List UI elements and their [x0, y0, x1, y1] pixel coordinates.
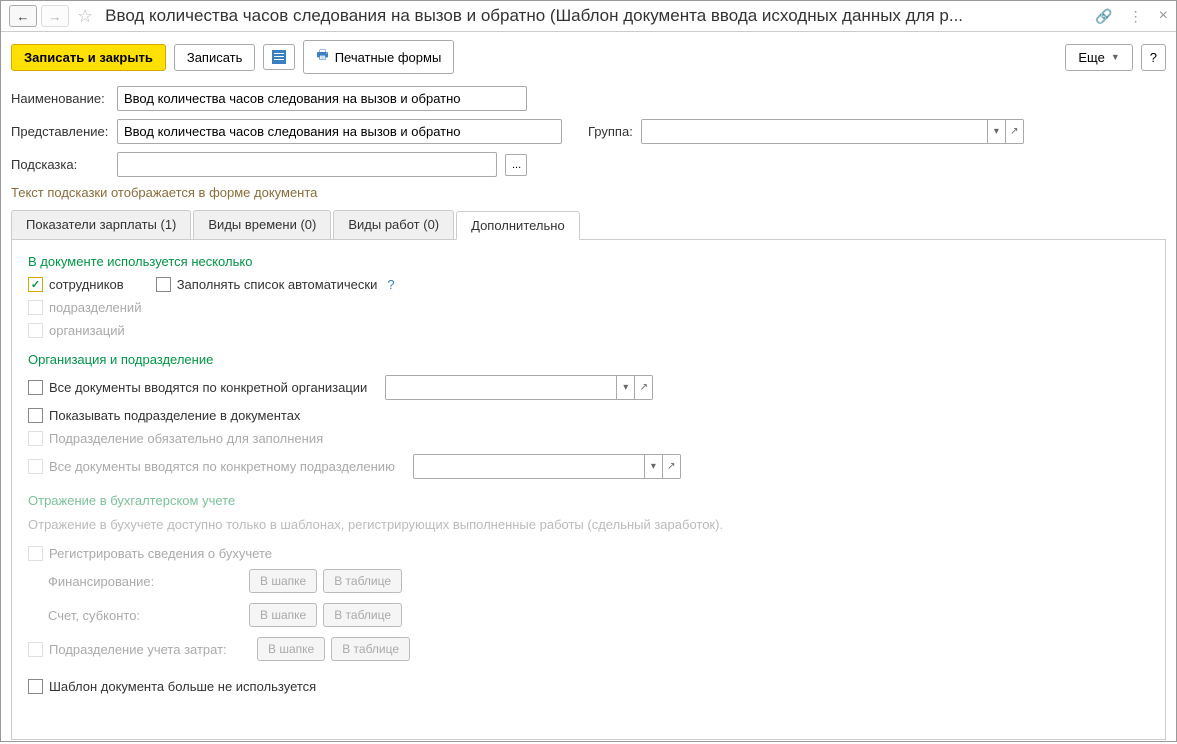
print-forms-button[interactable]: Печатные формы	[303, 40, 454, 74]
tab-time-types[interactable]: Виды времени (0)	[193, 210, 331, 239]
chk-all-docs-org[interactable]	[28, 380, 43, 395]
hint-ellipsis-button[interactable]: ...	[505, 154, 527, 176]
tab-indicators[interactable]: Показатели зарплаты (1)	[11, 210, 191, 239]
chk-autofill-label: Заполнять список автоматически	[177, 277, 378, 292]
chk-show-dept[interactable]	[28, 408, 43, 423]
chk-dept-required	[28, 431, 43, 446]
chk-cost-dept-label: Подразделение учета затрат:	[49, 642, 251, 657]
nav-forward-button[interactable]: →	[41, 5, 69, 27]
chevron-down-icon: ▼	[1111, 52, 1120, 62]
chk-show-dept-label: Показывать подразделение в документах	[49, 408, 300, 423]
tab-additional[interactable]: Дополнительно	[456, 211, 580, 240]
chk-not-used-label: Шаблон документа больше не используется	[49, 679, 316, 694]
org-section-title: Организация и подразделение	[28, 352, 1149, 367]
cost-dept-table-button: В таблице	[331, 637, 410, 661]
account-header-button: В шапке	[249, 603, 317, 627]
chk-all-docs-org-label: Все документы вводятся по конкретной орг…	[49, 380, 367, 395]
more-button[interactable]: Еще ▼	[1065, 44, 1132, 71]
group-label: Группа:	[588, 124, 633, 139]
chk-not-used[interactable]	[28, 679, 43, 694]
link-icon[interactable]: 🔗	[1095, 8, 1112, 25]
group-open-button[interactable]: ↗	[1005, 120, 1023, 143]
chk-orgs	[28, 323, 43, 338]
name-label: Наименование:	[11, 91, 109, 106]
org-dropdown-button[interactable]: ▾	[616, 376, 634, 399]
tab-bar: Показатели зарплаты (1) Виды времени (0)…	[11, 210, 1166, 240]
list-icon	[272, 50, 286, 64]
org-combo[interactable]: ▾ ↗	[385, 375, 653, 400]
acc-section-title: Отражение в бухгалтерском учете	[28, 493, 1149, 508]
financing-label: Финансирование:	[48, 574, 243, 589]
hint-info-text: Текст подсказки отображается в форме док…	[11, 185, 1166, 200]
chk-orgs-label: организаций	[49, 323, 125, 338]
window-title: Ввод количества часов следования на вызо…	[101, 6, 1085, 26]
repr-label: Представление:	[11, 124, 109, 139]
chk-all-docs-dept	[28, 459, 43, 474]
chk-depts	[28, 300, 43, 315]
autofill-help-icon[interactable]: ?	[387, 277, 394, 292]
name-input[interactable]	[117, 86, 527, 111]
repr-input[interactable]	[117, 119, 562, 144]
favorite-star-icon[interactable]: ☆	[77, 6, 93, 27]
chk-all-docs-dept-label: Все документы вводятся по конкретному по…	[49, 459, 395, 474]
multi-section-title: В документе используется несколько	[28, 254, 1149, 269]
org-input[interactable]	[386, 376, 616, 399]
acc-hint-text: Отражение в бухучете доступно только в ш…	[28, 516, 1149, 534]
financing-table-button: В таблице	[323, 569, 402, 593]
printer-icon	[316, 46, 328, 68]
cost-dept-header-button: В шапке	[257, 637, 325, 661]
chk-autofill[interactable]	[156, 277, 171, 292]
kebab-menu-icon[interactable]: ⋮	[1129, 8, 1143, 25]
hint-label: Подсказка:	[11, 157, 109, 172]
chk-depts-label: подразделений	[49, 300, 141, 315]
tab-work-types[interactable]: Виды работ (0)	[333, 210, 454, 239]
chk-employees[interactable]	[28, 277, 43, 292]
save-close-button[interactable]: Записать и закрыть	[11, 44, 166, 71]
account-label: Счет, субконто:	[48, 608, 243, 623]
group-input[interactable]	[642, 120, 987, 143]
chk-cost-dept	[28, 642, 43, 657]
group-dropdown-button[interactable]: ▾	[987, 120, 1005, 143]
chk-dept-required-label: Подразделение обязательно для заполнения	[49, 431, 323, 446]
group-combo[interactable]: ▾ ↗	[641, 119, 1024, 144]
dept-open-button[interactable]: ↗	[662, 455, 680, 478]
close-icon[interactable]: ×	[1159, 7, 1168, 25]
dept-combo[interactable]: ▾ ↗	[413, 454, 681, 479]
financing-header-button: В шапке	[249, 569, 317, 593]
save-button[interactable]: Записать	[174, 44, 256, 71]
dept-dropdown-button[interactable]: ▾	[644, 455, 662, 478]
account-table-button: В таблице	[323, 603, 402, 627]
tab-content-additional: В документе используется несколько сотру…	[11, 240, 1166, 740]
org-open-button[interactable]: ↗	[634, 376, 652, 399]
chk-employees-label: сотрудников	[49, 277, 124, 292]
hint-input[interactable]	[117, 152, 497, 177]
help-button[interactable]: ?	[1141, 44, 1166, 71]
dept-input[interactable]	[414, 455, 644, 478]
chk-reg-acc	[28, 546, 43, 561]
list-button[interactable]	[263, 44, 295, 70]
nav-back-button[interactable]: ←	[9, 5, 37, 27]
chk-reg-acc-label: Регистрировать сведения о бухучете	[49, 546, 272, 561]
